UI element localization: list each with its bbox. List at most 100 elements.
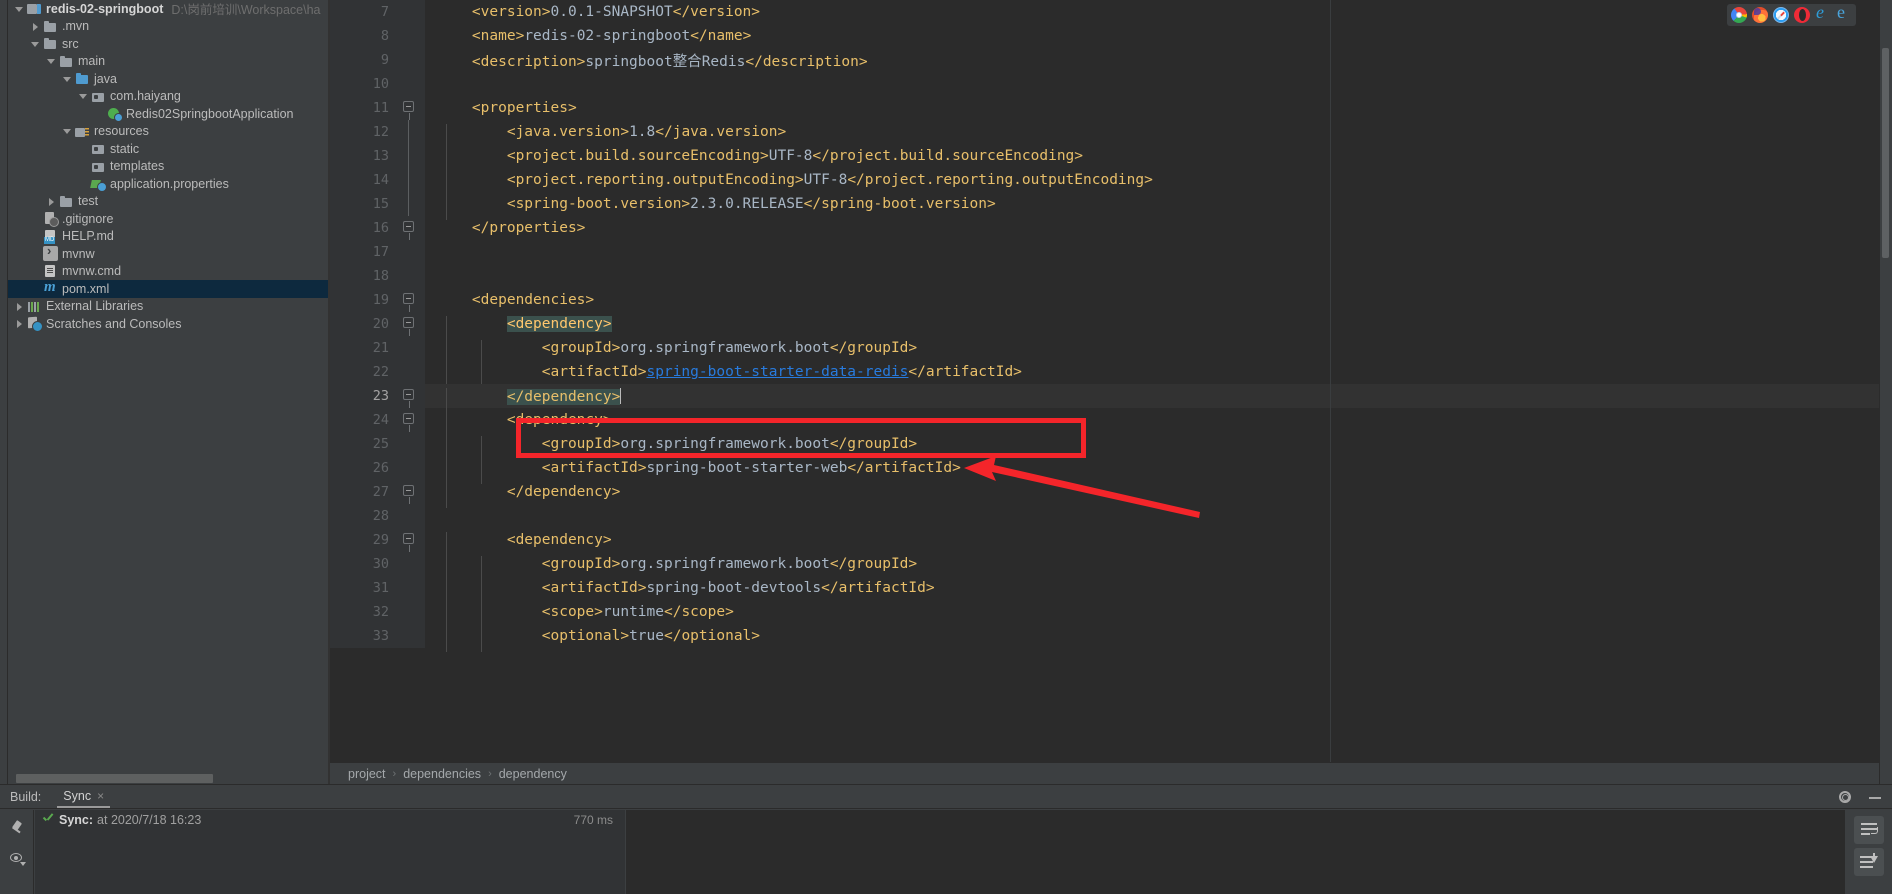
build-event-row[interactable]: Sync: at 2020/7/18 16:23 770 ms (35, 810, 625, 829)
tree-item-mvnw-cmd[interactable]: mvnw.cmd (8, 263, 328, 281)
collapse-icon[interactable] (403, 317, 414, 336)
code-text[interactable]: <scope>runtime</scope> (425, 604, 1892, 628)
fold-gutter[interactable] (395, 216, 425, 240)
collapse-icon[interactable] (403, 533, 414, 552)
collapse-icon[interactable] (403, 101, 414, 120)
pin-icon[interactable] (9, 820, 25, 836)
code-text[interactable]: <name>redis-02-springboot</name> (425, 28, 1892, 44)
editor-scrollbar[interactable] (1880, 0, 1892, 784)
tree-item-pom-xml[interactable]: pom.xml (8, 279, 328, 298)
chevron-right-icon[interactable] (46, 196, 57, 207)
fold-gutter[interactable] (395, 240, 425, 264)
fold-gutter[interactable] (395, 528, 425, 552)
chevron-down-icon[interactable] (14, 3, 25, 14)
fold-gutter[interactable] (395, 408, 425, 432)
fold-gutter[interactable] (395, 72, 425, 96)
tree-item-redis-02-springboot[interactable]: redis-02-springboot D:\岗前培训\Workspace\ha (8, 0, 328, 18)
tree-item-scratches-and-consoles[interactable]: Scratches and Consoles (8, 315, 328, 333)
code-line-13[interactable]: 13 <project.build.sourceEncoding>UTF-8</… (330, 144, 1892, 172)
code-line-18[interactable]: 18 (330, 264, 1892, 288)
project-tool-window[interactable]: redis-02-springboot D:\岗前培训\Workspace\ha.… (8, 0, 328, 772)
code-line-12[interactable]: 12 <java.version>1.8</java.version> (330, 120, 1892, 148)
soft-wrap-icon[interactable] (1853, 816, 1884, 844)
chevron-right-icon[interactable] (14, 318, 25, 329)
fold-gutter[interactable] (395, 24, 425, 48)
tree-item-mvnw[interactable]: mvnw (8, 243, 328, 263)
gear-icon[interactable] (1838, 790, 1852, 804)
code-text[interactable]: <project.build.sourceEncoding>UTF-8</pro… (425, 148, 1892, 172)
code-line-22[interactable]: 22 <artifactId>spring-boot-starter-data-… (330, 360, 1892, 388)
code-line-30[interactable]: 30 <groupId>org.springframework.boot</gr… (330, 552, 1892, 580)
code-text[interactable]: <spring-boot.version>2.3.0.RELEASE</spri… (425, 196, 1892, 220)
code-text[interactable]: </dependency> (425, 387, 1892, 412)
code-text[interactable]: <artifactId>spring-boot-starter-data-red… (425, 364, 1892, 388)
collapse-icon[interactable] (403, 485, 414, 504)
tree-item-com-haiyang[interactable]: com.haiyang (8, 88, 328, 106)
code-line-7[interactable]: 7 <version>0.0.1-SNAPSHOT</version> (330, 0, 1892, 24)
tab-sync[interactable]: Sync × (57, 785, 111, 808)
chevron-down-icon[interactable] (46, 56, 57, 67)
code-line-24[interactable]: 24 <dependency> (330, 408, 1892, 436)
scroll-to-end-icon[interactable] (1853, 848, 1884, 876)
tree-item-external-libraries[interactable]: External Libraries (8, 298, 328, 316)
edge-icon[interactable] (1815, 2, 1831, 23)
code-text[interactable]: <artifactId>spring-boot-starter-web</art… (425, 460, 1892, 484)
tree-item-mvn[interactable]: .mvn (8, 18, 328, 36)
tree-item-test[interactable]: test (8, 193, 328, 211)
minimize-icon[interactable] (1868, 790, 1882, 804)
sidebar-horizontal-scrollbar[interactable] (8, 772, 328, 784)
tree-item-src[interactable]: src (8, 35, 328, 53)
code-text[interactable]: <java.version>1.8</java.version> (425, 124, 1892, 148)
code-line-23[interactable]: 23 </dependency> (330, 384, 1892, 412)
eye-filter-icon[interactable] (9, 850, 26, 866)
code-line-14[interactable]: 14 <project.reporting.outputEncoding>UTF… (330, 168, 1892, 196)
safari-icon[interactable] (1773, 7, 1789, 23)
fold-gutter[interactable] (395, 432, 425, 456)
fold-gutter[interactable] (395, 48, 425, 72)
code-line-15[interactable]: 15 <spring-boot.version>2.3.0.RELEASE</s… (330, 192, 1892, 220)
code-line-25[interactable]: 25 <groupId>org.springframework.boot</gr… (330, 432, 1892, 460)
collapse-icon[interactable] (403, 389, 414, 408)
chevron-down-icon[interactable] (78, 91, 89, 102)
chevron-right-icon[interactable] (14, 301, 25, 312)
code-line-10[interactable]: 10 (330, 72, 1892, 96)
tree-item-templates[interactable]: templates (8, 158, 328, 176)
code-line-20[interactable]: 20 <dependency> (330, 312, 1892, 340)
code-text[interactable]: <groupId>org.springframework.boot</group… (425, 436, 1892, 460)
chrome-icon[interactable] (1731, 7, 1747, 23)
fold-gutter[interactable] (395, 480, 425, 504)
tree-item-main[interactable]: main (8, 53, 328, 71)
breadcrumb-item[interactable]: dependency (499, 767, 567, 781)
project-tree[interactable]: redis-02-springboot D:\岗前培训\Workspace\ha.… (8, 0, 328, 333)
code-text[interactable]: <project.reporting.outputEncoding>UTF-8<… (425, 172, 1892, 196)
code-editor[interactable]: 7 <version>0.0.1-SNAPSHOT</version> 8 <na… (330, 0, 1892, 784)
code-line-21[interactable]: 21 <groupId>org.springframework.boot</gr… (330, 336, 1892, 364)
breadcrumb-item[interactable]: project (348, 767, 386, 781)
code-line-31[interactable]: 31 <artifactId>spring-boot-devtools</art… (330, 576, 1892, 604)
chevron-down-icon[interactable] (62, 73, 73, 84)
code-line-9[interactable]: 9 <description>springboot整合Redis</descri… (330, 48, 1892, 72)
tree-item-java[interactable]: java (8, 70, 328, 88)
fold-gutter[interactable] (395, 120, 425, 144)
firefox-icon[interactable] (1752, 7, 1768, 23)
fold-gutter[interactable] (395, 336, 425, 360)
editor-text-area[interactable]: 7 <version>0.0.1-SNAPSHOT</version> 8 <na… (330, 0, 1892, 762)
code-line-11[interactable]: 11 <properties> (330, 96, 1892, 120)
dependency-link[interactable]: spring-boot-starter-data-redis (647, 364, 909, 380)
code-text[interactable]: <dependency> (425, 316, 1892, 340)
fold-gutter[interactable] (395, 96, 425, 120)
collapse-icon[interactable] (403, 293, 414, 312)
code-line-27[interactable]: 27 </dependency> (330, 480, 1892, 508)
fold-gutter[interactable] (395, 360, 425, 384)
open-in-browser-bar[interactable] (1727, 2, 1856, 26)
fold-gutter[interactable] (395, 624, 425, 648)
fold-gutter[interactable] (395, 552, 425, 576)
tree-item-application-properties[interactable]: application.properties (8, 175, 328, 193)
fold-gutter[interactable] (395, 384, 425, 408)
code-line-16[interactable]: 16 </properties> (330, 216, 1892, 240)
code-text[interactable]: <groupId>org.springframework.boot</group… (425, 556, 1892, 580)
code-text[interactable]: <dependency> (425, 532, 1892, 556)
code-text[interactable]: <optional>true</optional> (425, 628, 1892, 652)
tree-item-help-md[interactable]: HELP.md (8, 228, 328, 246)
fold-gutter[interactable] (395, 192, 425, 216)
